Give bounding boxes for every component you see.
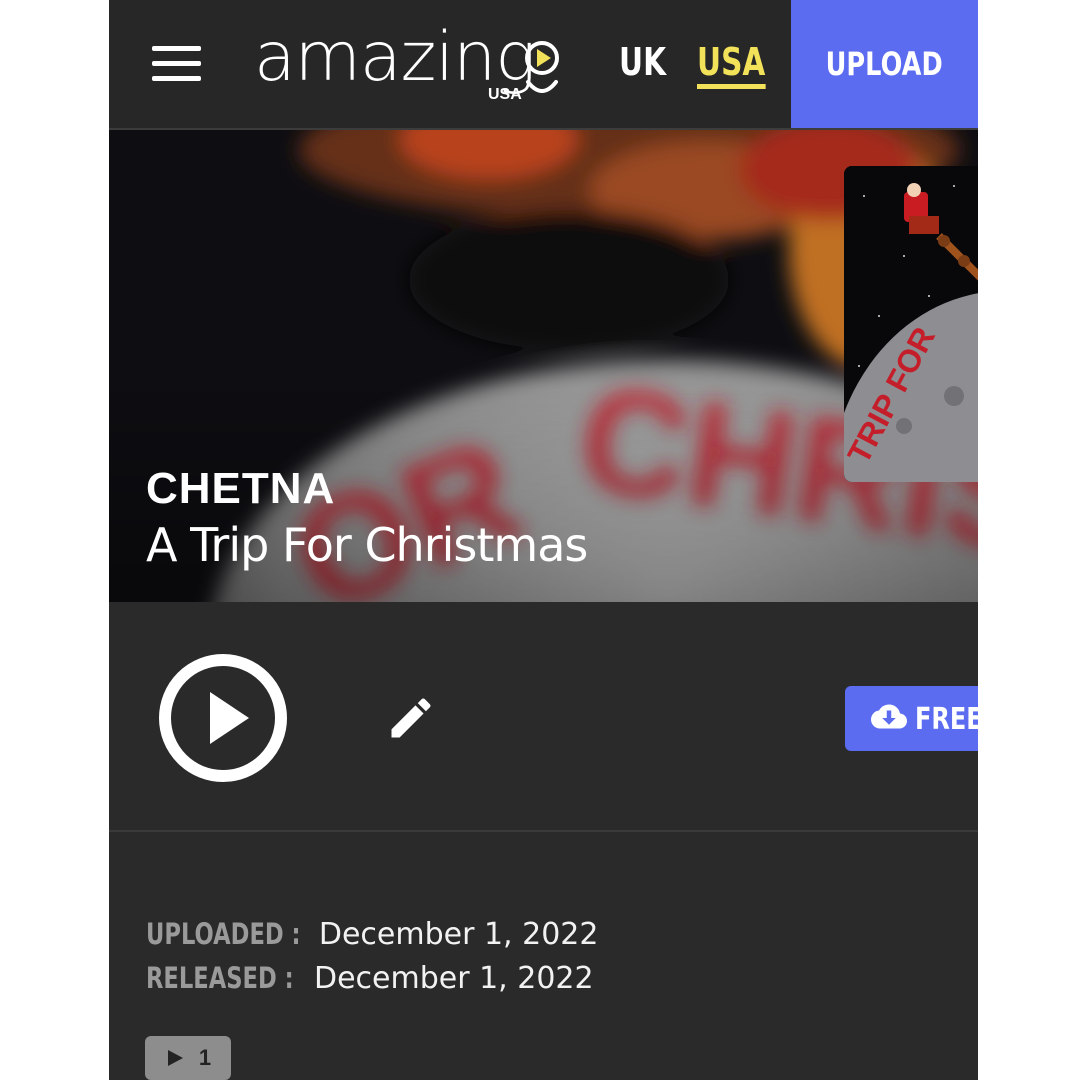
player-controls: FREE D: [109, 602, 978, 832]
hamburger-menu-icon[interactable]: [152, 46, 201, 82]
free-download-button[interactable]: FREE D: [845, 686, 978, 751]
nav-usa-link[interactable]: USA: [697, 40, 766, 89]
cover-art-image: TRIP FOR: [844, 166, 978, 482]
cloud-download-icon: [871, 704, 907, 729]
pencil-icon[interactable]: [385, 692, 437, 744]
uploaded-label: UPLOADED :: [146, 917, 301, 951]
app-screen: amazing USA UK USA UPLOAD TRIP FOR CHETN…: [109, 0, 978, 1080]
released-row: RELEASED : December 1, 2022: [146, 960, 594, 996]
released-date: December 1, 2022: [313, 961, 594, 996]
free-download-label: FREE D: [915, 702, 978, 737]
uploaded-date: December 1, 2022: [318, 917, 599, 952]
track-title: A Trip For Christmas: [146, 518, 588, 572]
upload-button-label: UPLOAD: [825, 45, 944, 83]
artist-name[interactable]: CHETNA: [146, 464, 335, 514]
logo-region: USA: [488, 86, 522, 103]
track-hero: OR CHRIS: [109, 130, 978, 602]
released-label: RELEASED :: [146, 961, 294, 995]
play-count-icon: [167, 1050, 183, 1066]
logo-play-icon: [525, 41, 559, 93]
track-details: UPLOADED : December 1, 2022 RELEASED : D…: [109, 832, 978, 1080]
play-count: 1: [198, 1045, 212, 1070]
play-circle-icon[interactable]: [157, 652, 289, 784]
play-count-badge: 1: [145, 1036, 231, 1080]
site-logo[interactable]: amazing USA: [254, 18, 574, 110]
upload-button[interactable]: UPLOAD: [791, 0, 978, 128]
uploaded-row: UPLOADED : December 1, 2022: [146, 916, 598, 952]
nav-uk-link[interactable]: UK: [619, 40, 666, 84]
site-header: amazing USA UK USA UPLOAD: [109, 0, 978, 130]
